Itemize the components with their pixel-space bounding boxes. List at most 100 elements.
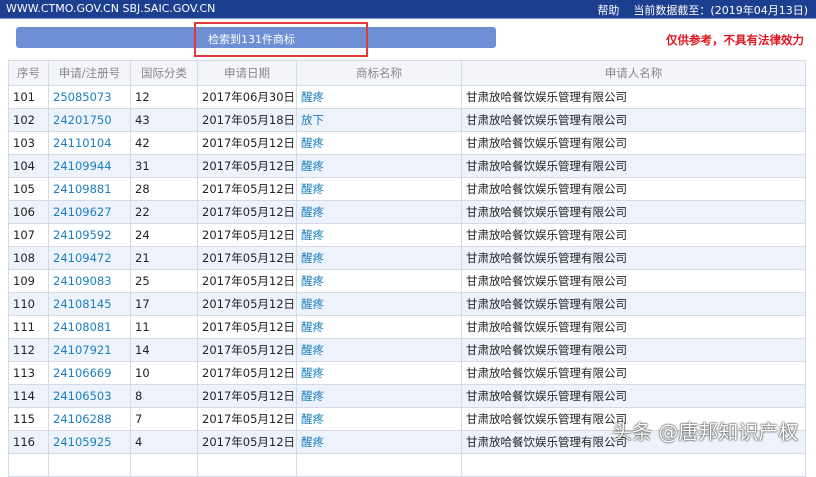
- index-cell: 105: [8, 177, 49, 201]
- reg-number-cell[interactable]: 24105925: [48, 430, 131, 454]
- index-cell: 107: [8, 223, 49, 247]
- table-row: 111 24108081 11 2017年05月12日 醒疼 甘肃放哈餐饮娱乐管理有限公司: [8, 315, 806, 339]
- trademark-name-cell[interactable]: 醒疼: [296, 384, 462, 408]
- reg-number-cell[interactable]: 24106669: [48, 361, 131, 385]
- highlight-box: [194, 22, 368, 57]
- applicant-cell: 甘肃放哈餐饮娱乐管理有限公司: [461, 131, 806, 155]
- reg-number-cell[interactable]: 24109627: [48, 200, 131, 224]
- class-cell: 7: [130, 407, 198, 431]
- trademark-name-cell[interactable]: 醒疼: [296, 430, 462, 454]
- index-cell: 113: [8, 361, 49, 385]
- reg-number-cell[interactable]: 24106503: [48, 384, 131, 408]
- index-cell: 109: [8, 269, 49, 293]
- column-header: 商标名称: [296, 60, 462, 86]
- column-header: 序号: [8, 60, 49, 86]
- applicant-cell: 甘肃放哈餐饮娱乐管理有限公司: [461, 200, 806, 224]
- class-cell: 21: [130, 246, 198, 270]
- table-row-partial: [8, 453, 806, 477]
- index-cell: 115: [8, 407, 49, 431]
- reg-number-cell[interactable]: 24109592: [48, 223, 131, 247]
- reg-number-cell[interactable]: 24108145: [48, 292, 131, 316]
- empty-cell: [130, 453, 198, 477]
- column-header: 申请/注册号: [48, 60, 131, 86]
- trademark-name-cell[interactable]: 醒疼: [296, 407, 462, 431]
- reg-number-cell[interactable]: 25085073: [48, 85, 131, 109]
- trademark-name-cell[interactable]: 醒疼: [296, 131, 462, 155]
- empty-cell: [8, 453, 49, 477]
- date-cell: 2017年05月12日: [197, 430, 297, 454]
- column-header: 申请日期: [197, 60, 297, 86]
- table-row: 104 24109944 31 2017年05月12日 醒疼 甘肃放哈餐饮娱乐管理有限公司: [8, 154, 806, 178]
- date-cell: 2017年05月18日: [197, 108, 297, 132]
- trademark-name-cell[interactable]: 醒疼: [296, 85, 462, 109]
- applicant-cell: 甘肃放哈餐饮娱乐管理有限公司: [461, 223, 806, 247]
- class-cell: 28: [130, 177, 198, 201]
- table-row: 108 24109472 21 2017年05月12日 醒疼 甘肃放哈餐饮娱乐管理有限公司: [8, 246, 806, 270]
- index-cell: 108: [8, 246, 49, 270]
- data-date: 当前数据截至：(2019年04月13日): [633, 4, 808, 17]
- index-cell: 111: [8, 315, 49, 339]
- reg-number-cell[interactable]: 24109881: [48, 177, 131, 201]
- index-cell: 116: [8, 430, 49, 454]
- class-cell: 42: [130, 131, 198, 155]
- reg-number-cell[interactable]: 24109944: [48, 154, 131, 178]
- index-cell: 110: [8, 292, 49, 316]
- column-header: 国际分类: [130, 60, 198, 86]
- class-cell: 25: [130, 269, 198, 293]
- class-cell: 31: [130, 154, 198, 178]
- top-bar: WWW.CTMO.GOV.CN SBJ.SAIC.GOV.CN 帮助 当前数据截至…: [0, 0, 816, 19]
- applicant-cell: 甘肃放哈餐饮娱乐管理有限公司: [461, 85, 806, 109]
- index-cell: 106: [8, 200, 49, 224]
- site-url: WWW.CTMO.GOV.CN SBJ.SAIC.GOV.CN: [6, 2, 216, 15]
- column-header: 申请人名称: [461, 60, 806, 86]
- trademark-name-cell[interactable]: 醒疼: [296, 315, 462, 339]
- watermark: 头条 @唐邦知识产权: [612, 420, 799, 444]
- table-row: 109 24109083 25 2017年05月12日 醒疼 甘肃放哈餐饮娱乐管理有限公司: [8, 269, 806, 293]
- date-cell: 2017年06月30日: [197, 85, 297, 109]
- class-cell: 8: [130, 384, 198, 408]
- trademark-name-cell[interactable]: 醒疼: [296, 269, 462, 293]
- date-cell: 2017年05月12日: [197, 131, 297, 155]
- trademark-name-cell[interactable]: 醒疼: [296, 223, 462, 247]
- table-row: 105 24109881 28 2017年05月12日 醒疼 甘肃放哈餐饮娱乐管理有限公司: [8, 177, 806, 201]
- class-cell: 43: [130, 108, 198, 132]
- trademark-name-cell[interactable]: 醒疼: [296, 154, 462, 178]
- help-link[interactable]: 帮助: [597, 4, 619, 17]
- empty-cell: [48, 453, 131, 477]
- trademark-name-cell[interactable]: 醒疼: [296, 200, 462, 224]
- reg-number-cell[interactable]: 24110104: [48, 131, 131, 155]
- reg-number-cell[interactable]: 24107921: [48, 338, 131, 362]
- reg-number-cell[interactable]: 24106288: [48, 407, 131, 431]
- date-cell: 2017年05月12日: [197, 407, 297, 431]
- applicant-cell: 甘肃放哈餐饮娱乐管理有限公司: [461, 361, 806, 385]
- trademark-name-cell[interactable]: 放下: [296, 108, 462, 132]
- empty-cell: [296, 453, 462, 477]
- trademark-name-cell[interactable]: 醒疼: [296, 361, 462, 385]
- empty-cell: [461, 453, 806, 477]
- class-cell: 17: [130, 292, 198, 316]
- index-cell: 103: [8, 131, 49, 155]
- date-cell: 2017年05月12日: [197, 246, 297, 270]
- trademark-table: 序号 申请/注册号 国际分类 申请日期 商标名称 申请人名称 101 25085073 12 2…: [8, 60, 806, 477]
- table-row: 113 24106669 10 2017年05月12日 醒疼 甘肃放哈餐饮娱乐管理有限公司: [8, 361, 806, 385]
- date-cell: 2017年05月12日: [197, 315, 297, 339]
- trademark-name-cell[interactable]: 醒疼: [296, 177, 462, 201]
- date-cell: 2017年05月12日: [197, 154, 297, 178]
- trademark-name-cell[interactable]: 醒疼: [296, 292, 462, 316]
- date-cell: 2017年05月12日: [197, 177, 297, 201]
- reg-number-cell[interactable]: 24201750: [48, 108, 131, 132]
- trademark-name-cell[interactable]: 醒疼: [296, 338, 462, 362]
- empty-cell: [197, 453, 297, 477]
- class-cell: 4: [130, 430, 198, 454]
- date-cell: 2017年05月12日: [197, 223, 297, 247]
- class-cell: 10: [130, 361, 198, 385]
- table-row: 102 24201750 43 2017年05月18日 放下 甘肃放哈餐饮娱乐管理有限公司: [8, 108, 806, 132]
- reg-number-cell[interactable]: 24109472: [48, 246, 131, 270]
- applicant-cell: 甘肃放哈餐饮娱乐管理有限公司: [461, 246, 806, 270]
- date-cell: 2017年05月12日: [197, 269, 297, 293]
- reg-number-cell[interactable]: 24108081: [48, 315, 131, 339]
- class-cell: 11: [130, 315, 198, 339]
- date-cell: 2017年05月12日: [197, 200, 297, 224]
- reg-number-cell[interactable]: 24109083: [48, 269, 131, 293]
- trademark-name-cell[interactable]: 醒疼: [296, 246, 462, 270]
